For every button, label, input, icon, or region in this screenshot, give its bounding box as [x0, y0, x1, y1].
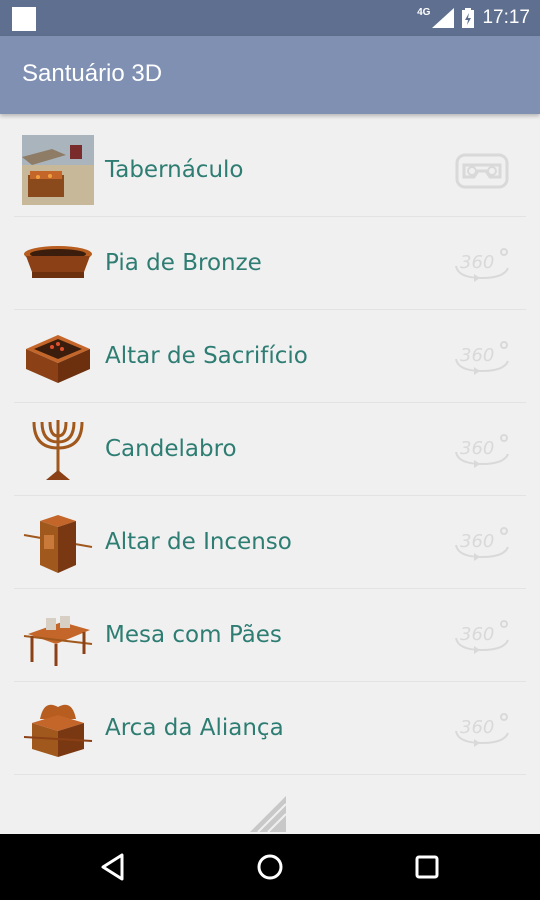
back-icon[interactable]: [96, 850, 130, 884]
status-indicators: 4G 17:17: [417, 0, 530, 36]
svg-text:360: 360: [460, 252, 494, 273]
list-item-tabernaculo[interactable]: Tabernáculo: [14, 124, 526, 217]
ark-covenant-icon: [23, 704, 93, 757]
home-icon[interactable]: [253, 850, 287, 884]
status-bar: 4G 17:17: [0, 0, 540, 36]
app-title: Santuário 3D: [22, 60, 163, 87]
app-bar: Santuário 3D: [0, 36, 540, 114]
list-item-altar-de-incenso[interactable]: Altar de Incenso 360: [14, 496, 526, 589]
list-item-mesa-com-paes[interactable]: Mesa com Pães 360: [14, 589, 526, 682]
battery-icon: [462, 8, 475, 28]
svg-text:360: 360: [460, 717, 494, 738]
list-item-altar-de-sacrificio[interactable]: Altar de Sacrifício 360: [14, 310, 526, 403]
svg-text:360: 360: [460, 438, 494, 459]
svg-text:360: 360: [460, 345, 494, 366]
incense-altar-icon: [23, 515, 93, 573]
360-view-icon[interactable]: 360: [454, 707, 510, 751]
list-item-candelabro[interactable]: Candelabro 360: [14, 403, 526, 496]
360-view-icon[interactable]: 360: [454, 242, 510, 286]
sacrifice-altar-icon: [26, 335, 90, 383]
list-item-pia-de-bronze[interactable]: Pia de Bronze 360: [14, 217, 526, 310]
360-view-icon[interactable]: 360: [454, 428, 510, 472]
scroll-hint-icon: [250, 796, 287, 832]
vr-headset-icon[interactable]: [454, 149, 510, 193]
notification-icon: [12, 7, 36, 31]
navigation-bar: [0, 834, 540, 900]
svg-text:360: 360: [460, 531, 494, 552]
tabernacle-icon: [22, 135, 94, 205]
bronze-basin-icon: [24, 246, 92, 278]
360-view-icon[interactable]: 360: [454, 335, 510, 379]
360-view-icon[interactable]: 360: [454, 521, 510, 565]
candelabra-icon: [32, 420, 84, 480]
network-type-label: 4G: [417, 6, 431, 18]
signal-icon: [432, 8, 455, 28]
model-list: Tabernáculo Pia de Bronze 360 Altar de S…: [14, 124, 526, 775]
360-view-icon[interactable]: 360: [454, 614, 510, 658]
recent-apps-icon[interactable]: [410, 850, 444, 884]
status-clock: 17:17: [482, 7, 530, 28]
svg-text:360: 360: [460, 624, 494, 645]
list-item-arca-da-alianca[interactable]: Arca da Aliança 360: [14, 682, 526, 775]
bread-table-icon: [23, 616, 93, 666]
